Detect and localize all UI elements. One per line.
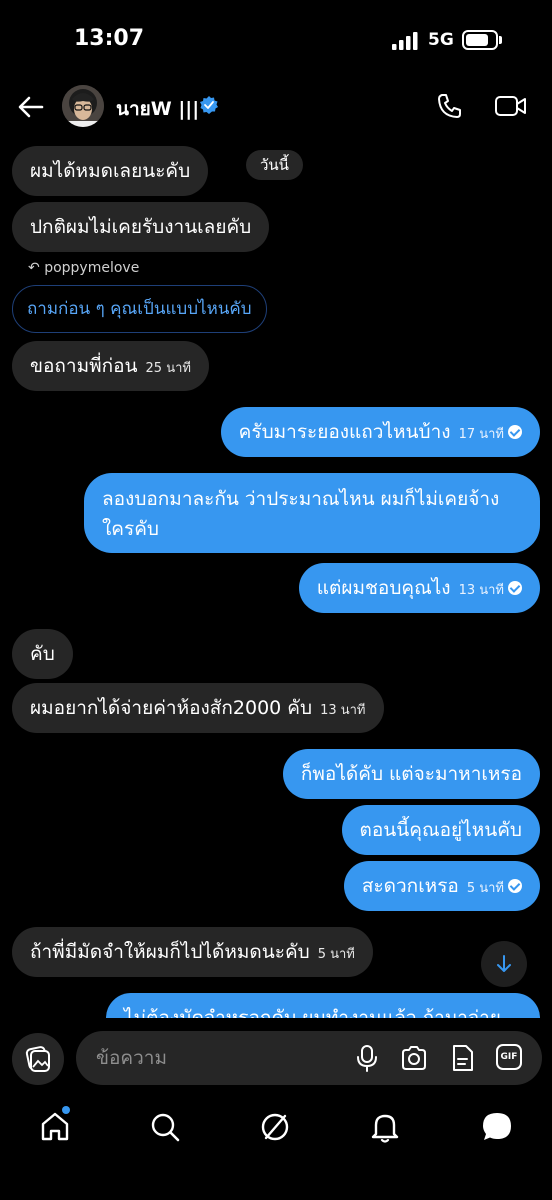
message-time: 5 นาที bbox=[317, 947, 355, 962]
video-call-icon[interactable] bbox=[494, 92, 528, 120]
message-text: ถ้าพี่มีมัดจำให้ผมก็ไปได้หมดนะคับ bbox=[30, 941, 310, 963]
reply-context-label: ↶ poppymelove bbox=[28, 260, 139, 276]
microphone-icon[interactable] bbox=[354, 1044, 380, 1072]
contact-name[interactable]: นายW ||| bbox=[116, 94, 199, 124]
status-time: 13:07 bbox=[74, 26, 145, 51]
message-text: ผมอยากได้จ่ายค่าห้องสัก2000 คับ bbox=[30, 697, 313, 719]
arrow-down-icon bbox=[497, 955, 511, 972]
message-text: ขอถามพี่ก่อน bbox=[30, 355, 138, 377]
chat-header: นายW ||| bbox=[0, 80, 552, 136]
avatar[interactable] bbox=[62, 85, 104, 127]
message-time: 13 นาที bbox=[458, 583, 504, 598]
cellular-signal-icon bbox=[392, 32, 418, 50]
message-text: คับ bbox=[30, 643, 55, 665]
message-text: ครับมาระยองแถวไหนบ้าง bbox=[238, 421, 451, 443]
reply-arrow-icon: ↶ bbox=[28, 260, 40, 276]
notifications-icon[interactable] bbox=[368, 1110, 402, 1144]
scroll-to-bottom-button[interactable] bbox=[481, 941, 527, 987]
message-text: ปกติผมไม่เคยรับงานเลยคับ bbox=[30, 216, 252, 238]
message-bubble[interactable]: สะดวกเหรอ 5 นาที bbox=[343, 861, 540, 911]
message-time: 25 นาที bbox=[145, 361, 191, 376]
message-bubble[interactable]: แต่ผมชอบคุณไง 13 นาที bbox=[298, 563, 540, 613]
message-time: 13 นาที bbox=[320, 703, 366, 718]
message-bubble[interactable]: ผมได้หมดเลยนะคับ bbox=[12, 146, 209, 196]
message-bubble[interactable]: ครับมาระยองแถวไหนบ้าง 17 นาที bbox=[220, 407, 540, 457]
message-text: ก็พอได้คับ แต่จะมาหาเหรอ bbox=[300, 763, 522, 785]
explore-icon[interactable] bbox=[258, 1110, 292, 1144]
message-bubble[interactable]: ปกติผมไม่เคยรับงานเลยคับ bbox=[12, 202, 270, 252]
gallery-button[interactable] bbox=[12, 1033, 64, 1085]
message-bubble[interactable]: ลองบอกมาละกัน ว่าประมาณไหน ผมก็ไม่เคยจ้า… bbox=[84, 473, 540, 553]
message-bubble[interactable]: ขอถามพี่ก่อน 25 นาที bbox=[12, 341, 209, 391]
message-text: แต่ผมชอบคุณไง bbox=[316, 577, 451, 599]
message-text: ลองบอกมาละกัน ว่าประมาณไหน ผมก็ไม่เคยจ้า… bbox=[102, 488, 500, 540]
verified-badge-icon bbox=[200, 96, 218, 114]
message-text: ตอนนี้คุณอยู่ไหนคับ bbox=[359, 819, 522, 841]
seen-check-icon bbox=[508, 878, 522, 893]
seen-check-icon bbox=[508, 580, 522, 595]
message-bubble[interactable]: ก็พอได้คับ แต่จะมาหาเหรอ bbox=[282, 749, 540, 799]
message-bubble[interactable]: คับ bbox=[12, 629, 73, 679]
day-divider: วันนี้ bbox=[246, 150, 303, 180]
camera-icon[interactable] bbox=[400, 1044, 428, 1072]
home-icon[interactable] bbox=[38, 1110, 72, 1144]
status-bar: 13:07 5G bbox=[0, 0, 552, 80]
quoted-message[interactable]: ถามก่อน ๆ คุณเป็นแบบไหนคับ bbox=[12, 285, 267, 333]
bottom-navigation bbox=[0, 1100, 552, 1200]
message-bubble[interactable]: ผมอยากได้จ่ายค่าห้องสัก2000 คับ 13 นาที bbox=[12, 683, 384, 733]
message-text: สะดวกเหรอ bbox=[361, 875, 459, 897]
message-bubble[interactable]: ถ้าพี่มีมัดจำให้ผมก็ไปได้หมดนะคับ 5 นาที bbox=[12, 927, 373, 977]
battery-cap bbox=[499, 36, 502, 44]
gif-icon[interactable]: GIF bbox=[496, 1044, 522, 1070]
network-type: 5G bbox=[428, 30, 454, 50]
message-bubble[interactable]: ตอนนี้คุณอยู่ไหนคับ bbox=[341, 805, 540, 855]
gallery-icon bbox=[25, 1046, 50, 1072]
message-time: 17 นาที bbox=[458, 427, 504, 442]
phone-call-icon[interactable] bbox=[436, 92, 464, 120]
battery-icon bbox=[462, 30, 498, 50]
messages-icon[interactable] bbox=[480, 1110, 514, 1144]
message-text: ผมได้หมดเลยนะคับ bbox=[30, 160, 191, 182]
battery-level bbox=[466, 34, 488, 46]
seen-check-icon bbox=[508, 424, 522, 439]
home-notification-dot bbox=[62, 1106, 70, 1114]
sticker-icon[interactable] bbox=[450, 1044, 476, 1072]
avatar-image bbox=[62, 85, 104, 127]
reply-username: poppymelove bbox=[44, 260, 140, 276]
back-arrow-icon[interactable] bbox=[16, 92, 46, 122]
search-icon[interactable] bbox=[148, 1110, 182, 1144]
message-time: 5 นาที bbox=[466, 881, 504, 896]
quoted-text: ถามก่อน ๆ คุณเป็นแบบไหนคับ bbox=[27, 299, 252, 319]
